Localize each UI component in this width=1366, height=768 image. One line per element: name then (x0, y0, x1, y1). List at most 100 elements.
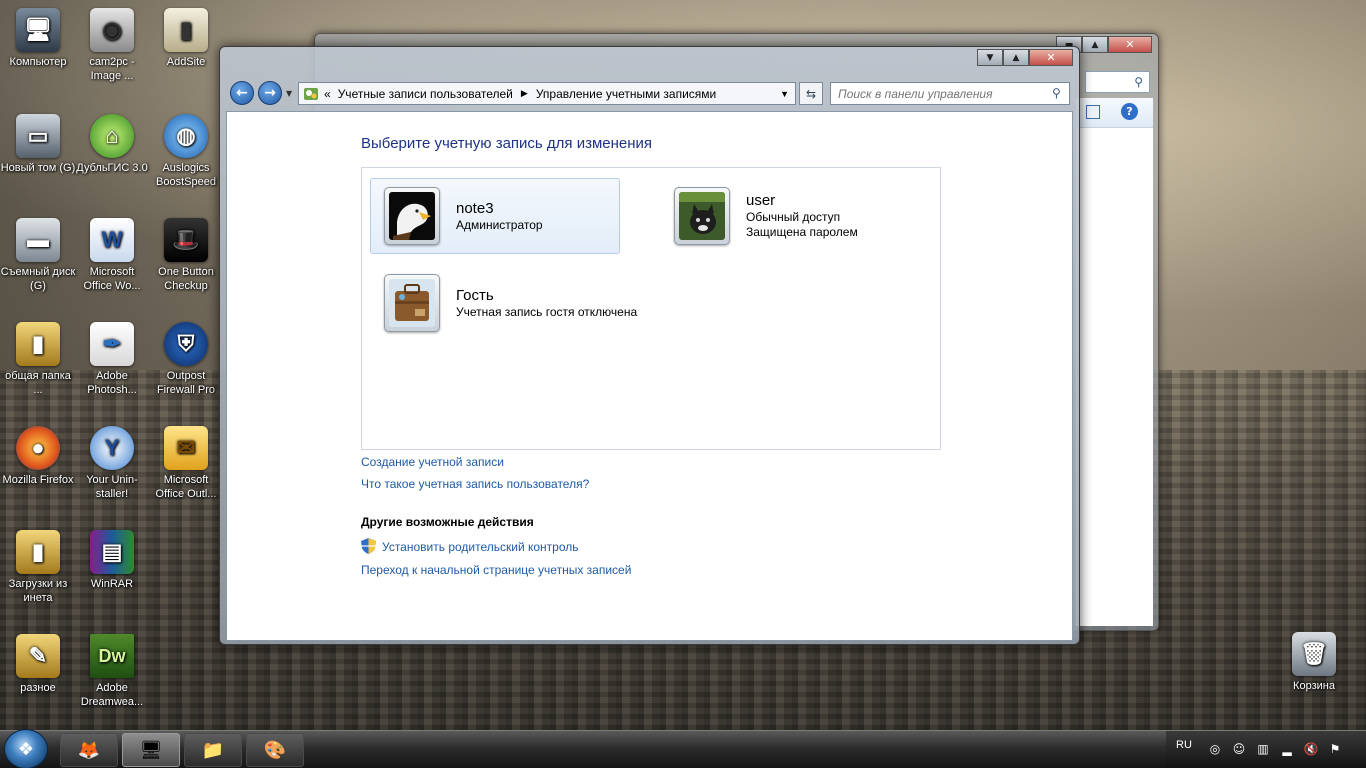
desktop-icon-cam2pc[interactable]: ◉ cam2pc - Image ... (74, 8, 150, 83)
hat-icon: 🎩 (164, 218, 208, 262)
word-icon: W (90, 218, 134, 262)
taskbar-firefox[interactable]: 🦊 (60, 733, 118, 767)
folder-icon: 📁 (201, 739, 225, 761)
desktop-icon-outlook[interactable]: ✉ Microsoft Office Outl... (148, 426, 224, 501)
taskbar-control-panel[interactable]: 🖥 (122, 733, 180, 767)
desktop-icon-outpost[interactable]: ⛨ Outpost Firewall Pro (148, 322, 224, 397)
desktop-icon-downloads-folder[interactable]: ▮ Загрузки из инета (0, 530, 76, 605)
account-guest[interactable]: Гость Учетная запись гостя отключена (370, 265, 690, 341)
desktop-icon-shared-folder[interactable]: ▮ общая папка ... (0, 322, 76, 397)
other-actions-heading: Другие возможные действия (361, 515, 534, 529)
account-note3[interactable]: note3 Администратор (370, 178, 620, 254)
control-panel-icon: 🖥 (139, 739, 163, 761)
firefox-icon: 🦊 (77, 739, 101, 761)
desktop-icon-misc-folder[interactable]: ✎ разное (0, 634, 76, 695)
maximize-button[interactable]: ▲ (1003, 49, 1029, 66)
address-dropdown-icon[interactable]: ▼ (780, 89, 789, 99)
help-icon[interactable]: ? (1121, 103, 1138, 120)
back-button[interactable]: ← (230, 81, 254, 105)
maximize-button[interactable]: ▲ (1082, 36, 1108, 53)
folder-icon: ▮ (16, 322, 60, 366)
content-pane: Выберите учетную запись для изменения no… (226, 111, 1073, 641)
account-picture-frame (384, 187, 440, 245)
search-input[interactable] (830, 82, 1070, 105)
outlook-icon: ✉ (164, 426, 208, 470)
desktop-icon-addsite[interactable]: ▮ AddSite (148, 8, 224, 69)
navigation-bar: ← → ▼ « Учетные записи пользователей ▶ У… (226, 79, 1073, 107)
recent-pages-dropdown[interactable]: ▼ (286, 89, 292, 98)
user-accounts-home-link[interactable]: Переход к начальной странице учетных зап… (361, 563, 631, 577)
desktop-icon-your-uninstaller[interactable]: Y Your Unin-staller! (74, 426, 150, 501)
minimize-button[interactable]: ▼ (977, 49, 1003, 66)
account-name: user (746, 192, 776, 209)
language-indicator[interactable]: RU (1176, 739, 1192, 751)
what-is-user-account-link[interactable]: Что такое учетная запись пользователя? (361, 477, 589, 491)
volume-muted-icon[interactable]: 🔇 (1303, 741, 1319, 757)
create-account-link[interactable]: Создание учетной записи (361, 455, 504, 469)
search-icon[interactable]: ⚲ (1052, 86, 1061, 100)
signal-icon[interactable]: ▂ (1279, 741, 1295, 757)
desktop-icon-photoshop[interactable]: ✒ Adobe Photosh... (74, 322, 150, 397)
recycle-bin-icon: 🗑 (1292, 632, 1336, 676)
taskbar-paint[interactable]: 🎨 (246, 733, 304, 767)
winrar-icon: ▤ (90, 530, 134, 574)
feather-icon: ✒ (90, 322, 134, 366)
address-bar[interactable]: « Учетные записи пользователей ▶ Управле… (298, 82, 796, 105)
desktop-icon-new-volume[interactable]: ▭ Новый том (G) (0, 114, 76, 175)
network-app-icon[interactable]: ◎ (1207, 741, 1223, 757)
windows-logo-icon: ❖ (17, 738, 35, 760)
parental-controls-link[interactable]: Установить родительский контроль (382, 540, 579, 554)
forward-button[interactable]: → (258, 81, 282, 105)
shield-icon: ⛨ (164, 322, 208, 366)
messenger-icon[interactable]: ☺ (1231, 741, 1247, 757)
breadcrumb-user-accounts[interactable]: Учетные записи пользователей (338, 87, 513, 101)
desktop-icon-winrar[interactable]: ▤ WinRAR (74, 530, 150, 591)
user-accounts-window[interactable]: ▼ ▲ ✕ ← → ▼ « Учетные записи пользовател… (219, 46, 1080, 645)
taskbar: ❖ 🦊 🖥 📁 🎨 (0, 729, 1366, 768)
action-center-icon[interactable]: ⚑ (1327, 741, 1343, 757)
desktop-icon-word[interactable]: W Microsoft Office Wo... (74, 218, 150, 293)
close-button[interactable]: ✕ (1029, 49, 1073, 66)
desktop-icon-recycle-bin[interactable]: 🗑 Корзина (1276, 632, 1352, 693)
background-window-toolbar: ? (1076, 98, 1153, 128)
removable-drive-icon: ▬ (16, 218, 60, 262)
start-button[interactable]: ❖ (4, 729, 48, 768)
firefox-icon: ● (16, 426, 60, 470)
globe-icon: ◍ (164, 114, 208, 158)
window-caption-buttons: ▼ ▲ ✕ (977, 49, 1073, 66)
account-password-status: Защищена паролем (746, 225, 858, 239)
close-button[interactable]: ✕ (1108, 36, 1152, 53)
device-icon[interactable]: ▥ (1255, 741, 1271, 757)
cat-avatar-icon (679, 192, 725, 240)
desktop-icon-firefox[interactable]: ● Mozilla Firefox (0, 426, 76, 487)
desktop-icon-computer[interactable]: 🖥 Компьютер (0, 8, 76, 69)
account-info: user Обычный доступ Защищена паролем (746, 192, 858, 240)
uninstaller-icon: Y (90, 426, 134, 470)
suitcase-avatar-icon (389, 279, 435, 327)
desktop-icon-removable-disk[interactable]: ▬ Съемный диск (G) (0, 218, 76, 293)
desktop-icon-dreamweaver[interactable]: Dw Adobe Dreamwea... (74, 634, 150, 709)
breadcrumb-prefix[interactable]: « (324, 87, 331, 101)
dreamweaver-icon: Dw (90, 634, 134, 678)
search-icon: ⚲ (1134, 75, 1143, 89)
refresh-button[interactable]: ⇆ (799, 82, 823, 105)
control-panel-icon (304, 87, 318, 100)
background-window-content: ? (1075, 98, 1153, 626)
desktop-icon-2gis[interactable]: ⌂ ДубльГИС 3.0 (74, 114, 150, 175)
drive-icon: ▭ (16, 114, 60, 158)
background-window-search[interactable]: ⚲ (1085, 71, 1150, 93)
uac-shield-icon (361, 538, 376, 554)
folder-icon: ▮ (16, 530, 60, 574)
preview-pane-icon[interactable] (1086, 105, 1100, 119)
account-info: note3 Администратор (456, 200, 543, 233)
desktop-icon-auslogics[interactable]: ◍ Auslogics BoostSpeed (148, 114, 224, 189)
taskbar-explorer[interactable]: 📁 (184, 733, 242, 767)
eagle-avatar-icon (389, 192, 435, 240)
computer-icon: 🖥 (16, 8, 60, 52)
account-user[interactable]: user Обычный доступ Защищена паролем (660, 178, 910, 254)
breadcrumb-manage-accounts[interactable]: Управление учетными записями (536, 87, 716, 101)
desktop-icon-one-button-checkup[interactable]: 🎩 One Button Checkup (148, 218, 224, 293)
map-icon: ⌂ (90, 114, 134, 158)
account-picture-frame (384, 274, 440, 332)
breadcrumb-separator-icon[interactable]: ▶ (521, 88, 528, 99)
